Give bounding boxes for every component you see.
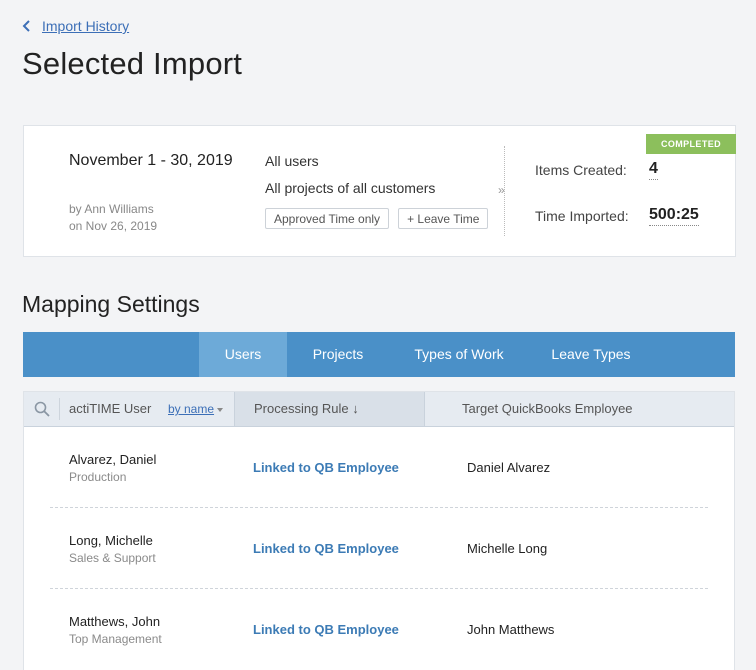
import-author: by Ann Williams on Nov 26, 2019 — [69, 201, 157, 235]
users-filter: All users — [265, 153, 319, 169]
user-name: Alvarez, Daniel — [69, 452, 157, 467]
status-badge: COMPLETED — [646, 134, 736, 154]
time-imported-label: Time Imported: — [535, 208, 629, 224]
chevron-left-icon — [22, 20, 30, 32]
author-line: by Ann Williams — [69, 202, 154, 216]
search-icon[interactable] — [34, 401, 50, 417]
qb-employee: John Matthews — [467, 622, 555, 637]
qb-employee: Michelle Long — [467, 541, 548, 556]
sort-label[interactable]: by name — [168, 402, 214, 416]
users-mapping-table: actiTIME User by name Processing Rule ↓ … — [23, 391, 735, 670]
back-link-label[interactable]: Import History — [42, 18, 129, 34]
user-department: Production — [69, 470, 127, 484]
leave-time-chip: + Leave Time — [398, 208, 489, 229]
processing-rule-link[interactable]: Linked to QB Employee — [253, 622, 399, 637]
processing-rule-link[interactable]: Linked to QB Employee — [253, 541, 399, 556]
sort-by-name-dropdown[interactable]: by name — [168, 392, 224, 426]
table-header: actiTIME User by name Processing Rule ↓ … — [24, 392, 734, 427]
caret-down-icon — [217, 407, 224, 412]
col-actitime-user: actiTIME User — [69, 401, 152, 416]
mapping-tabs: Users Projects Types of Work Leave Types — [23, 332, 735, 377]
table-row[interactable]: Matthews, John Top Management Linked to … — [24, 589, 734, 670]
processing-rule-link[interactable]: Linked to QB Employee — [253, 460, 399, 475]
user-name: Matthews, John — [69, 614, 161, 629]
import-period: November 1 - 30, 2019 — [69, 152, 233, 169]
page-title: Selected Import — [22, 46, 243, 81]
date-line: on Nov 26, 2019 — [69, 219, 158, 233]
col-target-employee: Target QuickBooks Employee — [462, 401, 633, 416]
user-name: Long, Michelle — [69, 533, 153, 548]
back-link[interactable]: Import History — [22, 18, 129, 34]
projects-filter: All projects of all customers — [265, 180, 436, 196]
time-imported-value[interactable]: 500:25 — [649, 206, 699, 226]
table-row[interactable]: Long, Michelle Sales & Support Linked to… — [24, 508, 734, 589]
tab-leave-types[interactable]: Leave Types — [541, 332, 641, 377]
table-row[interactable]: Alvarez, Daniel Production Linked to QB … — [24, 427, 734, 508]
header-separator — [59, 398, 60, 420]
col-processing-rule[interactable]: Processing Rule ↓ — [234, 392, 425, 426]
filter-chips: Approved Time only + Leave Time — [265, 208, 489, 229]
user-department: Sales & Support — [69, 551, 156, 565]
items-created-value[interactable]: 4 — [649, 160, 658, 180]
tab-types-of-work[interactable]: Types of Work — [403, 332, 515, 377]
mapping-settings-title: Mapping Settings — [22, 291, 200, 317]
tab-projects[interactable]: Projects — [295, 332, 381, 377]
double-chevron-icon: » — [498, 183, 505, 197]
items-created-label: Items Created: — [535, 162, 627, 178]
approved-time-chip: Approved Time only — [265, 208, 390, 229]
user-department: Top Management — [69, 632, 162, 646]
qb-employee: Daniel Alvarez — [467, 460, 551, 475]
import-filters: All users All projects of all customers — [265, 153, 435, 196]
tab-users[interactable]: Users — [199, 332, 287, 377]
import-summary-card: COMPLETED November 1 - 30, 2019 by Ann W… — [23, 125, 736, 257]
